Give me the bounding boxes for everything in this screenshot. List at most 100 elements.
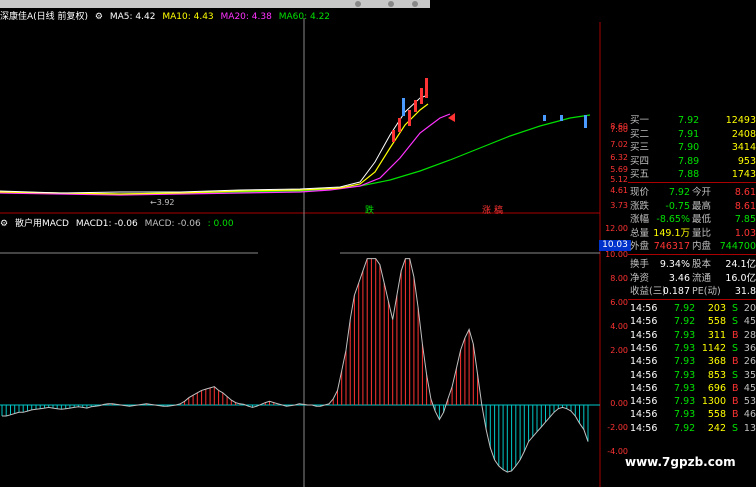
tick-side: S: [732, 303, 739, 314]
candle: [414, 100, 417, 112]
tick-price: 7.93: [674, 329, 696, 341]
ma5-line: [0, 94, 429, 194]
tick-time: 14:56: [630, 409, 658, 421]
fund-label: 流通: [692, 272, 712, 284]
tick-count: 26: [743, 356, 756, 368]
stat-value: -0.75: [665, 200, 690, 212]
macd-axis-label: 12.00: [605, 224, 628, 233]
macd-axis-label: 2.00: [610, 346, 628, 355]
ma20-line: [0, 113, 451, 196]
stat-value: 8.61: [734, 200, 756, 212]
bid-label: 买二: [630, 128, 650, 140]
tick-volume: 853: [707, 369, 726, 381]
bid-row[interactable]: 买三 7.90 3414: [628, 141, 756, 154]
price-axis-label: 4.61: [610, 186, 628, 195]
stat-row: 涨跌 -0.75 最高 8.61: [628, 200, 756, 213]
bid-row[interactable]: 买四 7.89 953: [628, 155, 756, 168]
tick-volume: 558: [707, 409, 726, 421]
tick-row: 14:56 7.93 558 B 46: [628, 408, 756, 421]
signal-label-up: 涨: [482, 206, 492, 216]
stat-row: 现价 7.92 今开 8.61: [628, 186, 756, 199]
tick-count: 45: [743, 316, 756, 328]
price-axis-label: 6.32: [610, 153, 628, 162]
stat-label: 现价: [630, 187, 650, 198]
bid-price: 7.91: [678, 128, 700, 140]
bid-row[interactable]: 买二 7.91 2408: [628, 128, 756, 141]
tick-row: 14:56 7.92 203 S 20: [628, 302, 756, 315]
tick-time: 14:56: [630, 316, 658, 328]
bid-price: 7.89: [678, 155, 700, 167]
candle: [392, 130, 395, 142]
stat-value: -8.65%: [656, 214, 690, 225]
stat-row: 涨幅 -8.65% 最低 7.85: [628, 213, 756, 226]
tick-side: S: [732, 342, 739, 354]
price-axis-label: 3.73: [610, 201, 628, 210]
tick-count: 46: [743, 409, 756, 421]
signal-label-down: 跌: [365, 206, 375, 216]
fund-value: 9.34%: [659, 259, 690, 270]
fund-label: PE(动): [692, 286, 721, 297]
tick-row: 14:56 7.93 853 S 35: [628, 369, 756, 382]
settings-icon[interactable]: ⚙: [0, 219, 8, 229]
bid-row[interactable]: 买五 7.88 1743: [628, 168, 756, 181]
bid-volume: 2408: [731, 128, 756, 140]
tick-side: B: [732, 382, 739, 394]
tick-count: 45: [743, 382, 756, 394]
separator: [628, 254, 756, 255]
price-axis-label: 5.12: [610, 175, 628, 184]
stat-label: 最低: [692, 214, 712, 225]
stat-row: 外盘 746317 内盘 744700: [628, 240, 756, 253]
chart-area[interactable]: [0, 0, 628, 487]
price-axis-label: 5.69: [610, 165, 628, 174]
candle: [420, 88, 423, 104]
stat-row: 总量 149.1万 量比 1.03: [628, 227, 756, 240]
tick-volume: 696: [707, 382, 726, 394]
stat-value: 7.92: [668, 187, 690, 198]
tick-count: 36: [743, 342, 756, 354]
tick-volume: 203: [707, 303, 726, 314]
stat-value: 7.85: [734, 214, 756, 225]
separator: [628, 299, 756, 300]
tick-side: S: [732, 422, 739, 434]
fund-value: 31.8: [734, 286, 756, 297]
price-chart: [0, 78, 591, 196]
stat-value: 744700: [719, 241, 756, 252]
macd-histogram: [1, 258, 589, 473]
stat-label: 总量: [630, 227, 650, 239]
tick-side: B: [732, 396, 739, 408]
stat-value: 1.03: [734, 227, 756, 239]
price-axis-label: 7.02: [610, 140, 628, 149]
tick-price: 7.93: [674, 369, 696, 381]
stat-label: 外盘: [630, 241, 650, 252]
candle: [584, 115, 587, 128]
bid-volume: 3414: [731, 142, 756, 153]
bid-price: 7.90: [678, 142, 700, 153]
macd-axis-label: 0.00: [610, 399, 628, 408]
tick-price: 7.93: [674, 382, 696, 394]
bid-row[interactable]: 买一 7.92 12493: [628, 114, 756, 127]
tick-time: 14:56: [630, 396, 658, 408]
macd-axis-label: 4.00: [610, 322, 628, 331]
watermark: www.7gpzb.com: [625, 455, 736, 469]
tick-price: 7.92: [674, 303, 696, 314]
tick-time: 14:56: [630, 329, 658, 341]
macd-value: MACD: -0.06: [144, 219, 201, 229]
candle: [398, 118, 401, 132]
macd1-value: MACD1: -0.06: [75, 219, 138, 229]
fundamental-row: 净资 3.46 流通 16.0亿: [628, 272, 756, 285]
bid-price: 7.92: [678, 115, 700, 126]
tick-side: S: [732, 316, 739, 328]
macd-axis-label: 6.00: [610, 298, 628, 307]
macd-axis-label: -4.00: [607, 447, 628, 456]
candle: [408, 110, 411, 126]
tick-price: 7.93: [674, 342, 696, 354]
bid-label: 买五: [630, 169, 650, 180]
tick-time: 14:56: [630, 369, 658, 381]
indicator-name[interactable]: 散户用MACD: [15, 219, 69, 229]
tick-count: 53: [743, 396, 756, 408]
stat-value: 149.1万: [653, 227, 690, 239]
bid-volume: 12493: [725, 115, 756, 126]
macd-line: [2, 258, 589, 473]
quote-panel: 买一 7.92 12493 买二 7.91 2408 买三 7.90 3414 买四 7.89 953…: [628, 112, 756, 487]
macd-axis-label: -2.00: [607, 423, 628, 432]
